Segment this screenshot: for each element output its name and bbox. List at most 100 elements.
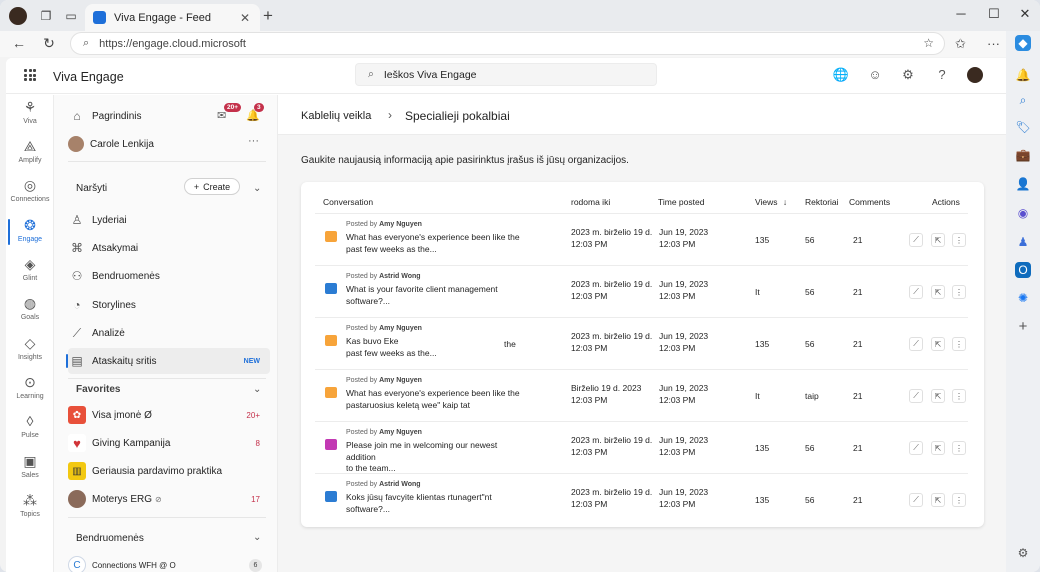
- post-author[interactable]: Astrid Wong: [379, 481, 420, 488]
- favorites-icon[interactable]: ✩: [955, 36, 966, 52]
- search-sidebar-icon[interactable]: ⌕: [1015, 92, 1031, 108]
- post-preview[interactable]: Koks jūsų favcyite klientas rtunagert"nt…: [346, 492, 526, 515]
- settings-icon[interactable]: ⚙: [899, 67, 917, 85]
- more-actions-icon[interactable]: ⋮: [952, 233, 966, 247]
- tools-icon[interactable]: 💼: [1015, 147, 1031, 163]
- analytics-icon[interactable]: ⟋: [909, 493, 923, 507]
- games-icon[interactable]: ♟: [1015, 234, 1031, 250]
- people-icon[interactable]: 👤: [1015, 176, 1031, 192]
- favorite-item[interactable]: ▥ Geriausia pardavimo praktika: [68, 458, 270, 484]
- messenger-icon[interactable]: ✺: [1015, 290, 1031, 306]
- sidebar-settings-icon[interactable]: ⚙: [1015, 545, 1031, 561]
- shopping-tag-icon[interactable]: 🏷: [1015, 119, 1031, 135]
- table-row[interactable]: Posted by Astrid Wong What is your favori…: [315, 265, 968, 317]
- minimize-icon[interactable]: ─: [951, 6, 971, 21]
- address-bar[interactable]: ⌕ https://engage.cloud.microsoft ☆: [70, 32, 945, 55]
- maximize-icon[interactable]: ☐: [984, 6, 1004, 22]
- chevron-down-icon[interactable]: ⌄: [253, 532, 261, 543]
- copilot-icon[interactable]: ◆: [1015, 35, 1031, 51]
- rail-goals[interactable]: ◍ Goals: [6, 295, 54, 321]
- open-external-icon[interactable]: ⇱: [931, 233, 945, 247]
- col-shown-until[interactable]: rodoma iki: [571, 197, 610, 207]
- notification-icon[interactable]: 🔔: [1015, 67, 1031, 83]
- favorite-star-icon[interactable]: ☆: [923, 36, 934, 50]
- col-time-posted[interactable]: Time posted: [658, 197, 704, 207]
- col-conversation[interactable]: Conversation: [323, 197, 373, 207]
- nav-analytics[interactable]: ⟋ Analizė: [68, 320, 270, 346]
- globe-icon[interactable]: 🌐: [832, 67, 850, 85]
- post-preview[interactable]: What has everyone's experience been like…: [346, 388, 526, 411]
- more-actions-icon[interactable]: ⋮: [952, 441, 966, 455]
- open-external-icon[interactable]: ⇱: [931, 441, 945, 455]
- browser-tab[interactable]: Viva Engage - Feed ✕: [85, 4, 260, 31]
- favorite-item[interactable]: ♥ Giving Kampanija 8: [68, 430, 270, 456]
- open-external-icon[interactable]: ⇱: [931, 337, 945, 351]
- post-preview[interactable]: Please join me in welcoming our newest a…: [346, 440, 526, 475]
- analytics-icon[interactable]: ⟋: [909, 441, 923, 455]
- rail-connections[interactable]: ◎ Connections: [6, 177, 54, 203]
- favorite-item[interactable]: Moterys ERG ⊘ 17: [68, 486, 270, 512]
- table-row[interactable]: Posted by Amy Nguyen What has everyone's …: [315, 213, 968, 265]
- table-row[interactable]: Posted by Astrid Wong Koks jūsų favcyite …: [315, 473, 968, 525]
- analytics-icon[interactable]: ⟋: [909, 233, 923, 247]
- more-actions-icon[interactable]: ⋮: [952, 337, 966, 351]
- rail-sales[interactable]: ▣ Sales: [6, 453, 54, 479]
- close-window-icon[interactable]: ✕: [1015, 6, 1035, 22]
- emoji-icon[interactable]: ☺: [866, 67, 884, 85]
- rail-insights[interactable]: ◇ Insights: [6, 335, 54, 361]
- chevron-down-icon[interactable]: ⌄: [253, 384, 261, 395]
- analytics-icon[interactable]: ⟋: [909, 389, 923, 403]
- post-preview[interactable]: What is your favorite client management s…: [346, 284, 526, 307]
- open-external-icon[interactable]: ⇱: [931, 493, 945, 507]
- more-actions-icon[interactable]: ⋮: [952, 285, 966, 299]
- workspaces-icon[interactable]: ❐: [37, 7, 55, 25]
- new-tab-icon[interactable]: +: [263, 6, 273, 26]
- post-author[interactable]: Amy Nguyen: [379, 429, 422, 436]
- rail-viva[interactable]: ⚘ Viva: [6, 99, 54, 125]
- nav-storylines[interactable]: ◔ Storylines: [68, 292, 270, 318]
- post-author[interactable]: Astrid Wong: [379, 273, 420, 280]
- community-item[interactable]: C Connections WFH @ O 6: [68, 552, 270, 572]
- post-author[interactable]: Amy Nguyen: [379, 221, 422, 228]
- rail-amplify[interactable]: ⟁ Amplify: [6, 138, 54, 164]
- nav-answers[interactable]: ⌘ Atsakymai: [68, 235, 270, 261]
- rail-pulse[interactable]: ◊ Pulse: [6, 413, 54, 439]
- create-button[interactable]: + Create: [184, 178, 240, 195]
- profile-avatar[interactable]: [9, 7, 27, 25]
- post-author[interactable]: Amy Nguyen: [379, 377, 422, 384]
- col-comments[interactable]: Comments: [849, 197, 890, 207]
- table-row[interactable]: Posted by Amy Nguyen Kas buvo Eke past few…: [315, 317, 968, 369]
- nav-user-profile[interactable]: Carole Lenkija: [68, 131, 270, 157]
- table-row[interactable]: Posted by Amy Nguyen What has everyone's …: [315, 369, 968, 421]
- user-avatar[interactable]: [967, 67, 983, 83]
- close-tab-icon[interactable]: ✕: [240, 11, 250, 25]
- app-launcher-icon[interactable]: [24, 69, 36, 81]
- outlook-icon[interactable]: O: [1015, 262, 1031, 278]
- post-preview[interactable]: Kas buvo Eke past few weeks as the...: [346, 336, 526, 359]
- rail-topics[interactable]: ⁂ Topics: [6, 492, 54, 518]
- more-icon[interactable]: ···: [987, 36, 1000, 51]
- favorite-item[interactable]: ✿ Visa įmonė Ø 20+: [68, 402, 270, 428]
- nav-communities[interactable]: ⚇ Bendruomenės: [68, 263, 270, 289]
- search-box[interactable]: ⌕ Ieškos Viva Engage: [355, 63, 657, 86]
- analytics-icon[interactable]: ⟋: [909, 285, 923, 299]
- help-icon[interactable]: ?: [933, 67, 951, 85]
- post-preview[interactable]: What has everyone's experience been like…: [346, 232, 526, 255]
- analytics-icon[interactable]: ⟋: [909, 337, 923, 351]
- rail-learning[interactable]: ⊙ Learning: [6, 374, 54, 400]
- rail-engage[interactable]: ❂ Engage: [6, 217, 54, 245]
- open-external-icon[interactable]: ⇱: [931, 389, 945, 403]
- col-views[interactable]: Views ↓: [755, 197, 787, 207]
- open-external-icon[interactable]: ⇱: [931, 285, 945, 299]
- nav-report[interactable]: ▤ Ataskaitų sritis NEW: [66, 348, 270, 374]
- rail-glint[interactable]: ◈ Glint: [6, 256, 54, 282]
- breadcrumb-parent[interactable]: Kablelių veikla: [301, 110, 371, 122]
- post-author[interactable]: Amy Nguyen: [379, 325, 422, 332]
- chevron-down-icon[interactable]: ⌄: [253, 183, 261, 194]
- tab-actions-icon[interactable]: ▭: [62, 7, 80, 25]
- office-icon[interactable]: ◉: [1015, 205, 1031, 221]
- nav-leaders[interactable]: ♙ Lyderiai: [68, 207, 270, 233]
- more-options-icon[interactable]: ···: [248, 135, 259, 147]
- back-icon[interactable]: ←: [10, 35, 28, 51]
- add-sidebar-icon[interactable]: +: [1015, 318, 1031, 335]
